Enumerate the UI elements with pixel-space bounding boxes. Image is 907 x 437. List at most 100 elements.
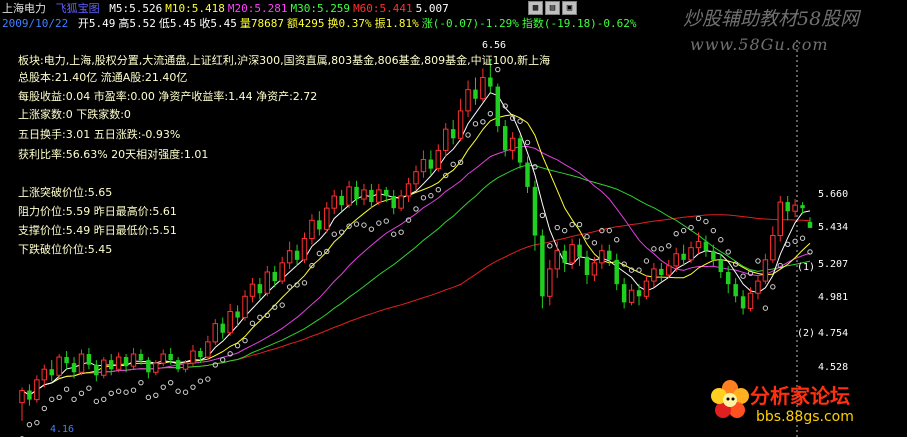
sar-dot [554,224,560,231]
quote-value: 振1.81% [374,17,419,30]
candle-body [792,204,798,212]
candle-body [785,202,790,212]
sar-dot [145,394,152,401]
sar-dot [636,267,642,273]
ma-value: M20:5.281 [227,2,288,15]
sar-dot [695,215,702,222]
sar-dot [286,284,293,290]
candle-body [41,368,48,381]
candle-body [599,250,605,264]
candle-body [577,244,582,257]
candle-body [286,250,293,264]
watermark-title: 炒股辅助教材58股网 [683,8,860,30]
sar-dot [673,230,679,237]
candle-body [636,290,642,297]
sar-dot [167,379,174,386]
candle-body [480,76,486,100]
candle-body [807,221,813,228]
wave-marker-2: (2) [797,328,816,339]
candle-body [56,356,62,376]
sar-dot [175,388,181,394]
sar-dot [138,379,144,386]
sar-dot [398,229,404,235]
candle-body [413,171,419,185]
sar-dot [576,221,583,228]
candle-body [435,149,442,170]
ma30-line [21,164,811,396]
grid-icon[interactable]: ▦ [528,1,543,15]
watermark-url: www.58Gu.com [690,35,829,54]
candle-body [569,244,575,264]
candle-body [450,129,456,139]
candle-body [465,89,471,112]
sar-dot [234,342,241,349]
candle-body [376,189,382,203]
candle-body [384,189,389,196]
sar-dot [718,237,724,243]
candle-body [725,271,731,285]
stock-chart-window[interactable]: 上海电力 飞狐宝图 M5:5.526 M10:5.418 M20:5.281 M30:… [0,0,907,437]
stock-name[interactable]: 上海电力 [2,2,46,15]
candle-body [733,284,738,297]
candle-body [108,360,114,370]
candle-body [651,268,657,282]
candle-body [160,353,166,364]
sar-dot [480,119,486,125]
sar-dot [108,390,114,396]
sar-dot [361,222,367,228]
sar-dot [115,388,122,394]
candle-body [405,183,412,197]
sar-dot [725,249,731,255]
sar-dot [584,233,590,240]
candle-body [659,268,664,276]
candle-body [457,110,464,139]
candle-body [488,77,493,87]
candle-body [227,310,233,334]
candle-body [317,220,322,230]
candle-body [607,250,612,260]
ma-header: 上海电力 飞狐宝图 M5:5.526 M10:5.418 M20:5.281 M30:… [2,2,455,15]
info-line: 上涨家数:0 下跌家数:0 [18,108,131,121]
quote-value: 指数(-19.18)-0.62% [521,17,637,30]
price-tick-label: 5.660 [818,189,849,200]
chart-icon[interactable]: ▤ [545,1,560,15]
sar-dot [301,280,308,286]
sar-dot [368,226,375,232]
quote-value: 高5.52 [118,17,156,30]
sar-dot [472,121,479,127]
quote-header: 2009/10/22 开5.49 高5.52 低5.45 收5.45 量78687 额42… [2,17,643,30]
ma-value: M10:5.418 [165,2,225,15]
ai-label[interactable]: 飞狐宝图 [56,2,100,15]
candle-body [800,205,805,209]
candle-body [205,341,211,358]
sar-dot [770,284,776,290]
sar-dot [101,396,107,403]
candle-body [27,390,32,400]
sar-dot [49,396,55,403]
info-line: 阻力价位:5.59 昨日最高价:5.61 [18,205,177,218]
sar-dot [413,206,419,212]
sar-dot [63,386,70,392]
candle-body [198,350,203,358]
forum-url: bbs.88gs.com [756,409,854,425]
sar-dot [376,220,382,226]
candle-body [235,311,240,318]
info-line: 每股收益:0.04 市盈率:0.00 净资产收益率:1.44 净资产:2.72 [18,90,318,103]
sar-dot [547,243,553,249]
candle-body [428,159,434,169]
info-line: 下跌破位价位:5.45 [18,243,113,256]
quote-value: 涨(-0.07)-1.29% [421,17,519,30]
sar-dot [658,246,665,252]
candle-body [346,186,352,206]
candle-body [279,262,285,282]
candle-body [777,201,783,237]
quote-value: 开5.49 [77,17,116,30]
sar-dot [71,396,77,403]
save-icon[interactable]: ▣ [562,1,577,15]
candle-body [473,89,478,99]
sar-dot [316,250,323,257]
sar-dot [182,389,189,395]
sar-dot [249,320,256,327]
candle-body [264,271,271,294]
candle-body [138,354,144,361]
